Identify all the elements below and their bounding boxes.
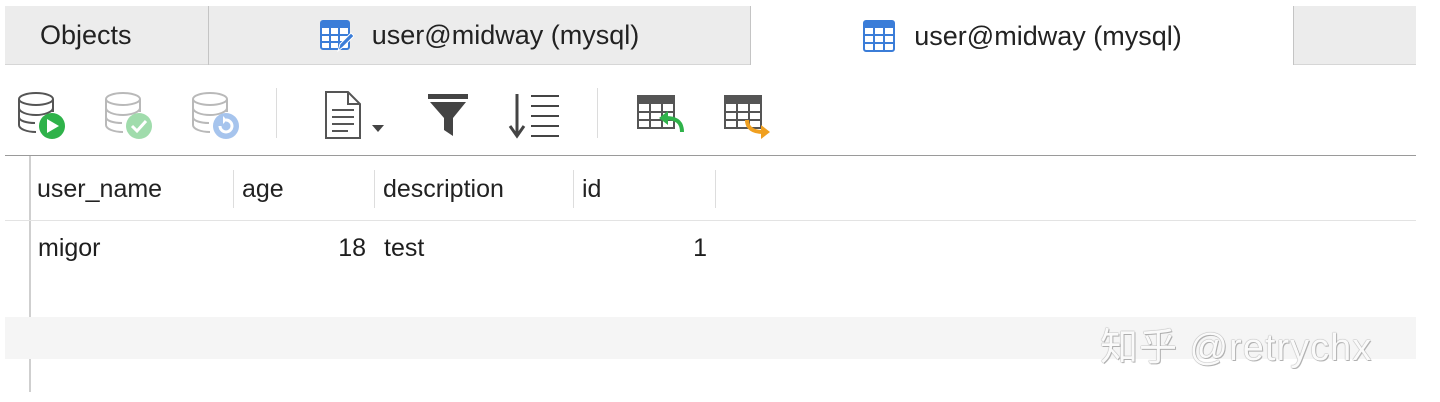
- table-import-icon: [637, 95, 684, 133]
- table-edit-icon: [319, 19, 355, 53]
- database-run-icon: [18, 92, 65, 139]
- cell-id[interactable]: 1: [574, 226, 707, 270]
- tab-objects-label: Objects: [40, 20, 132, 50]
- filter-button[interactable]: [425, 90, 477, 142]
- grid-header-divider: [5, 220, 1416, 221]
- cell-user-name[interactable]: migor: [38, 226, 228, 270]
- column-header-user-name[interactable]: user_name: [29, 170, 234, 208]
- column-header-description[interactable]: description: [375, 170, 574, 208]
- database-commit-button[interactable]: [103, 90, 155, 142]
- tab-table-data[interactable]: user@midway (mysql): [751, 6, 1293, 66]
- tab-query-design-label: user@midway (mysql): [371, 20, 640, 50]
- data-grid: user_name age description id migor 18 te…: [0, 156, 1440, 402]
- database-run-button[interactable]: [16, 90, 68, 142]
- cell-description[interactable]: test: [384, 226, 569, 270]
- watermark: 知乎 @retrychx: [1100, 327, 1373, 369]
- table-icon: [862, 19, 896, 53]
- toolbar: [0, 66, 1440, 155]
- document-menu-icon: [325, 91, 384, 139]
- document-menu-button[interactable]: [322, 90, 390, 142]
- sort-icon: [508, 94, 559, 139]
- filter-icon: [428, 94, 468, 136]
- toolbar-separator: [597, 88, 598, 138]
- column-header-age[interactable]: age: [234, 170, 375, 208]
- tab-bar: Objects user@midway (mysql) user@midway …: [5, 6, 1416, 66]
- tab-table-data-label: user@midway (mysql): [914, 20, 1182, 51]
- table-export-icon: [724, 95, 770, 139]
- table-export-button[interactable]: [723, 90, 775, 142]
- cell-age[interactable]: 18: [234, 226, 366, 270]
- database-rollback-icon: [192, 92, 239, 139]
- toolbar-separator: [276, 88, 277, 138]
- sort-button[interactable]: [507, 90, 559, 142]
- column-header-id[interactable]: id: [574, 170, 716, 208]
- table-import-button[interactable]: [636, 90, 688, 142]
- database-rollback-button[interactable]: [190, 90, 242, 142]
- tab-objects[interactable]: Objects: [5, 6, 209, 65]
- tab-empty-area: [1293, 6, 1416, 65]
- database-commit-icon: [105, 92, 152, 139]
- tab-query-design[interactable]: user@midway (mysql): [209, 6, 751, 65]
